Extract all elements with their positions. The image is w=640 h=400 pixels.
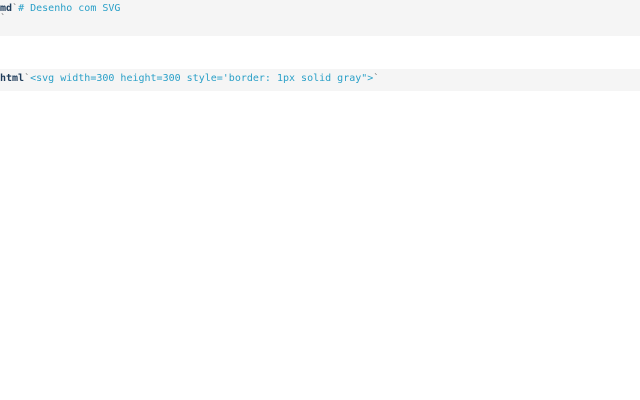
markdown-cell-line: md`# Desenho com SVG xyxy=(0,4,120,14)
markdown-cell[interactable]: md`# Desenho com SVG ` xyxy=(0,0,640,36)
markdown-cell-closing-line: ` xyxy=(0,14,6,24)
html-cell-line: html `<svg width=300 height=300 style='bo… xyxy=(0,74,379,84)
html-cell[interactable]: html `<svg width=300 height=300 style='bo… xyxy=(0,69,640,91)
code-tick-close: ` xyxy=(0,13,7,24)
code-tick-close: ` xyxy=(373,73,380,84)
html-source[interactable]: <svg width=300 height=300 style='border:… xyxy=(30,73,373,84)
cell-language-label: html xyxy=(0,73,25,84)
notebook: md`# Desenho com SVG ` html`<svg width=3… xyxy=(0,0,640,400)
markdown-source[interactable]: # Desenho com SVG xyxy=(18,3,120,14)
